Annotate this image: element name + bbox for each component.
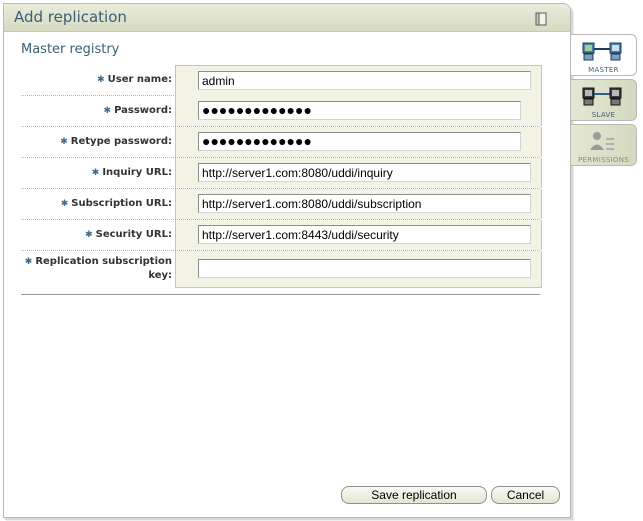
security-url-input[interactable]: http://server1.com:8443/uddi/security <box>198 225 531 244</box>
form-divider <box>21 294 540 295</box>
field-cell: http://server1.com:8080/uddi/subscriptio… <box>175 189 542 219</box>
permissions-icon <box>590 132 614 150</box>
subscription-url-input[interactable]: http://server1.com:8080/uddi/subscriptio… <box>198 194 531 213</box>
security-url-label: Security URL: <box>95 229 172 240</box>
user-name-input[interactable]: admin <box>198 71 531 90</box>
field-label: ✱ Password: <box>21 96 174 126</box>
subscription-url-label: Subscription URL: <box>71 198 172 209</box>
field-cell: ●●●●●●●●●●●●● <box>175 96 542 126</box>
tab-master[interactable]: MASTER <box>571 34 637 76</box>
required-icon: ✱ <box>97 75 105 85</box>
replication-key-input[interactable] <box>198 259 531 278</box>
tab-slave[interactable]: SLAVE <box>571 79 637 121</box>
field-cell: http://server1.com:8443/uddi/security <box>175 220 542 250</box>
field-label: ✱ Replication subscription key: <box>21 251 174 287</box>
field-cell <box>175 251 542 288</box>
field-label: ✱ Inquiry URL: <box>21 158 174 188</box>
page-title: Add replication <box>14 8 127 26</box>
required-icon: ✱ <box>60 137 68 147</box>
tab-slave-label: SLAVE <box>591 111 616 119</box>
form-row-replication-key: ✱ Replication subscription key: <box>21 251 542 288</box>
field-label: ✱ Retype password: <box>21 127 174 157</box>
required-icon: ✱ <box>60 199 69 209</box>
field-cell: http://server1.com:8080/uddi/inquiry <box>175 158 542 188</box>
save-replication-button[interactable]: Save replication <box>341 486 487 504</box>
field-label: ✱ User name: <box>21 65 174 95</box>
field-cell: admin <box>175 65 542 96</box>
retype-password-label: Retype password: <box>70 136 172 147</box>
field-label: ✱ Security URL: <box>21 220 174 250</box>
master-registry-form: ✱ User name: admin ✱ Password: ●●●●●●●●●●●… <box>21 65 542 288</box>
password-input[interactable]: ●●●●●●●●●●●●● <box>198 101 521 120</box>
form-row-retype-password: ✱ Retype password: ●●●●●●●●●●●●● <box>21 127 542 158</box>
section-title: Master registry <box>21 42 120 57</box>
required-icon: ✱ <box>24 257 33 267</box>
form-row-subscription-url: ✱ Subscription URL: http://server1.com:80… <box>21 189 542 220</box>
form-row-user-name: ✱ User name: admin <box>21 65 542 96</box>
title-bar: Add replication <box>4 4 570 32</box>
form-row-security-url: ✱ Security URL: http://server1.com:8443/u… <box>21 220 542 251</box>
field-cell: ●●●●●●●●●●●●● <box>175 127 542 157</box>
tab-permissions-label: PERMISSIONS <box>577 156 630 164</box>
cancel-button[interactable]: Cancel <box>491 486 560 504</box>
required-icon: ✱ <box>91 168 100 178</box>
tab-permissions[interactable]: PERMISSIONS <box>571 124 637 166</box>
slave-servers-icon <box>582 87 622 106</box>
document-icon[interactable] <box>535 12 547 26</box>
user-name-label: User name: <box>107 74 172 85</box>
master-servers-icon <box>582 42 622 61</box>
replication-key-label-line1: Replication subscription <box>35 256 172 267</box>
inquiry-url-input[interactable]: http://server1.com:8080/uddi/inquiry <box>198 163 531 182</box>
form-row-inquiry-url: ✱ Inquiry URL: http://server1.com:8080/ud… <box>21 158 542 189</box>
retype-password-input[interactable]: ●●●●●●●●●●●●● <box>198 132 521 151</box>
replication-panel: Add replication Master registry ✱ User na… <box>3 3 571 518</box>
required-icon: ✱ <box>103 106 112 116</box>
inquiry-url-label: Inquiry URL: <box>102 167 172 178</box>
tab-master-label: MASTER <box>588 66 619 74</box>
required-icon: ✱ <box>85 230 93 240</box>
form-row-password: ✱ Password: ●●●●●●●●●●●●● <box>21 96 542 127</box>
password-label: Password: <box>114 105 172 116</box>
replication-key-label-line2: key: <box>148 270 172 281</box>
field-label: ✱ Subscription URL: <box>21 189 174 219</box>
